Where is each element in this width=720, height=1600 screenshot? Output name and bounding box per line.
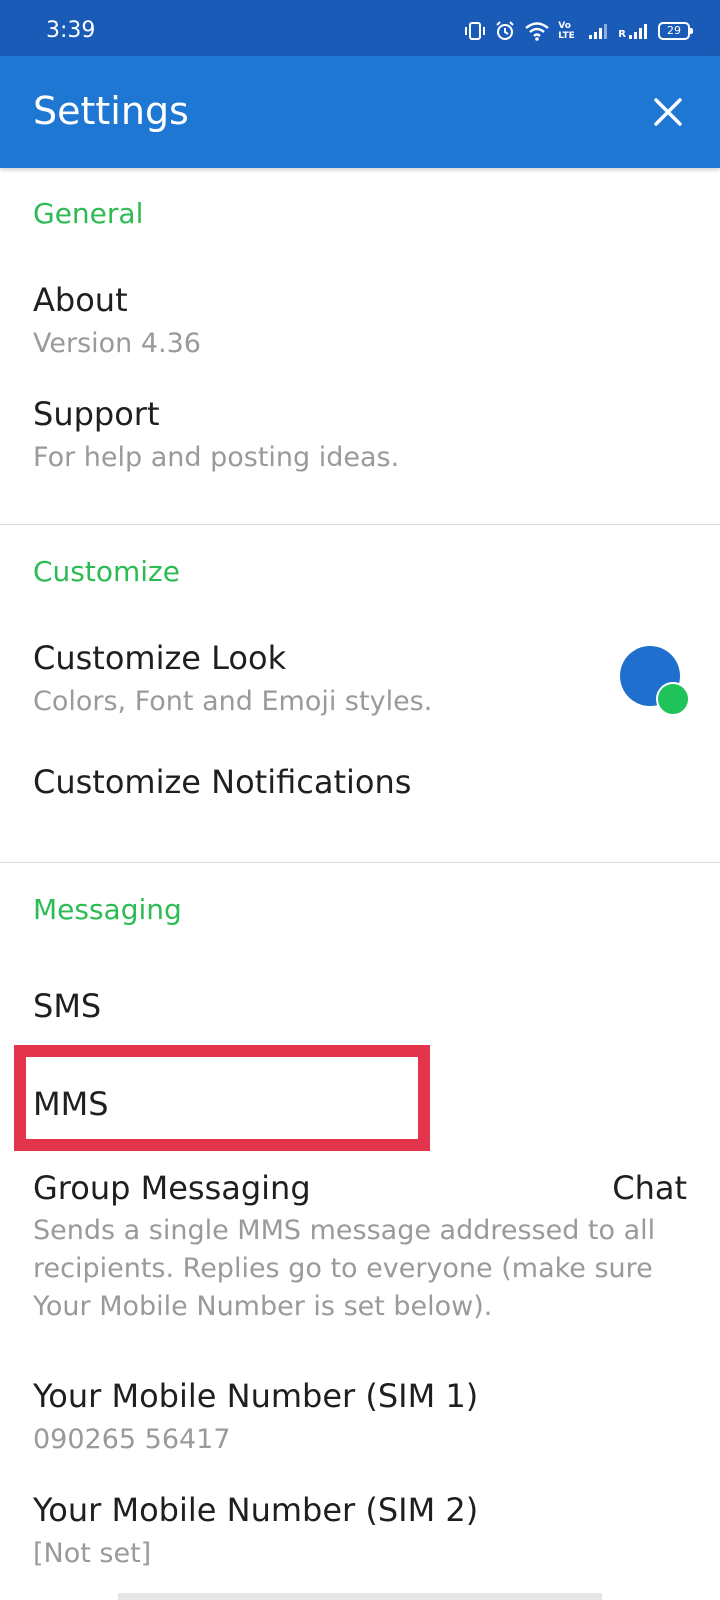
settings-item-sim2-number[interactable]: Your Mobile Number (SIM 2) [Not set] (0, 1474, 720, 1574)
roaming-label: R (618, 29, 626, 40)
sim2-number: [Not set] (33, 1538, 152, 1569)
page-title: Settings (33, 89, 189, 133)
settings-item-about[interactable]: About Version 4.36 (0, 262, 720, 370)
divider (0, 862, 720, 863)
roaming-signal-icon: R (618, 22, 650, 40)
volte-icon: Vo LTE (558, 21, 580, 41)
sim2-title: Your Mobile Number (SIM 2) (33, 1491, 479, 1529)
customize-notifications-title: Customize Notifications (33, 763, 412, 801)
section-header-general: General (33, 197, 144, 230)
status-icons: Vo LTE R 29 (464, 19, 693, 43)
settings-item-customize-look[interactable]: Customize Look Colors, Font and Emoji st… (0, 620, 720, 730)
section-header-customize: Customize (33, 555, 180, 588)
settings-item-group-messaging[interactable]: Group Messaging Chat Sends a single MMS … (0, 1160, 720, 1330)
theme-palette-icon (620, 646, 690, 716)
close-icon (654, 98, 682, 126)
app-bar: Settings (0, 56, 720, 168)
volte-label: Vo LTE (558, 21, 575, 41)
settings-item-sms[interactable]: SMS (0, 960, 720, 1044)
settings-item-mms[interactable]: MMS (0, 1050, 720, 1142)
battery-icon: 29 (658, 22, 693, 40)
customize-look-subtitle: Colors, Font and Emoji styles. (33, 686, 433, 717)
settings-item-customize-notifications[interactable]: Customize Notifications (0, 740, 720, 830)
close-button[interactable] (642, 86, 694, 138)
sim1-number: 090265 56417 (33, 1424, 231, 1455)
about-version: Version 4.36 (33, 328, 201, 359)
group-messaging-description: Sends a single MMS message addressed to … (33, 1215, 656, 1322)
vibrate-icon (464, 20, 486, 42)
customize-look-title: Customize Look (33, 639, 287, 677)
alarm-icon (494, 20, 516, 42)
group-messaging-value: Chat (612, 1169, 687, 1207)
navigation-gesture-bar (118, 1593, 602, 1600)
support-title: Support (33, 395, 160, 433)
about-title: About (33, 281, 128, 319)
mms-title: MMS (33, 1085, 109, 1123)
settings-item-support[interactable]: Support For help and posting ideas. (0, 376, 720, 486)
settings-item-sim1-number[interactable]: Your Mobile Number (SIM 1) 090265 56417 (0, 1360, 720, 1460)
section-header-messaging: Messaging (33, 893, 182, 926)
sms-title: SMS (33, 987, 102, 1025)
sim1-title: Your Mobile Number (SIM 1) (33, 1377, 479, 1415)
support-subtitle: For help and posting ideas. (33, 442, 400, 473)
signal-icon (588, 22, 610, 40)
status-time: 3:39 (46, 18, 96, 43)
group-messaging-title: Group Messaging (33, 1169, 311, 1207)
status-bar: 3:39 Vo LTE R 29 (0, 0, 720, 56)
wifi-icon (524, 20, 550, 42)
divider (0, 524, 720, 525)
theme-accent-circle (656, 682, 690, 716)
